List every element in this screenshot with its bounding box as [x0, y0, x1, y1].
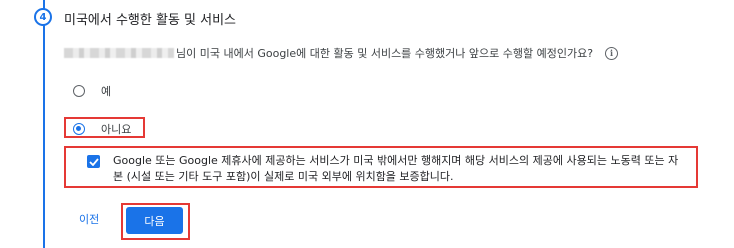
certification-text: Google 또는 Google 제휴사에 제공하는 서비스가 미국 밖에서만 … — [113, 154, 679, 183]
option-yes[interactable]: 예 — [73, 83, 111, 99]
previous-button[interactable]: 이전 — [79, 211, 99, 227]
option-no-label: 아니요 — [101, 123, 132, 136]
option-yes-label: 예 — [101, 85, 112, 98]
certification-checkbox[interactable] — [87, 155, 100, 168]
step-number-badge: 4 — [34, 8, 52, 26]
radio-yes[interactable] — [73, 85, 85, 97]
next-button[interactable]: 다음 — [126, 207, 183, 234]
radio-no[interactable] — [73, 123, 85, 135]
step-title: 미국에서 수행한 활동 및 서비스 — [64, 13, 237, 28]
option-no[interactable]: 아니요 — [73, 121, 131, 137]
redacted-name — [64, 48, 174, 58]
question-row: 님이 미국 내에서 Google에 대한 활동 및 서비스를 수행했거나 앞으로… — [64, 45, 619, 61]
info-icon[interactable]: i — [605, 46, 619, 60]
checkmark-icon — [88, 157, 99, 166]
step-connector-line — [43, 0, 45, 248]
question-text: 님이 미국 내에서 Google에 대한 활동 및 서비스를 수행했거나 앞으로… — [176, 47, 594, 60]
